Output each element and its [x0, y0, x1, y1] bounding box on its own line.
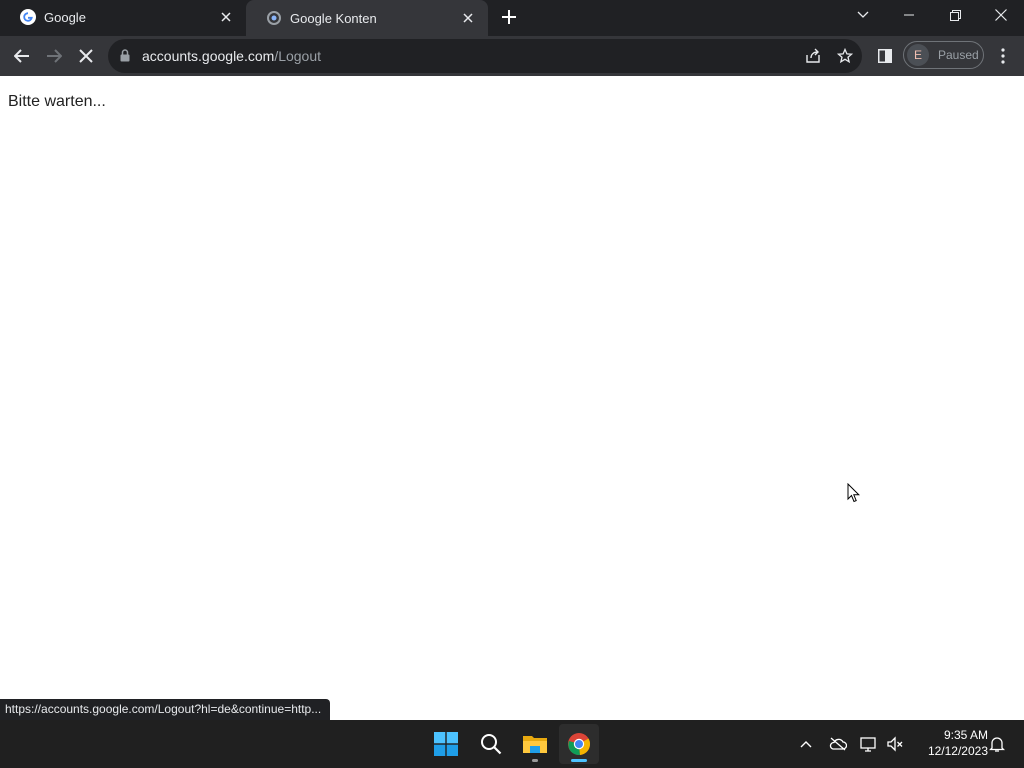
arrow-left-icon: [14, 49, 29, 63]
more-vertical-icon: [1001, 48, 1005, 64]
chrome-taskbar-button[interactable]: [559, 724, 599, 764]
close-icon: [79, 49, 93, 63]
running-indicator: [532, 759, 538, 762]
tab-search-button[interactable]: [840, 0, 886, 30]
tab-close-icon[interactable]: [458, 8, 478, 28]
onedrive-offline-icon[interactable]: [828, 734, 848, 754]
url-text: accounts.google.com/Logout: [142, 48, 321, 64]
profile-button[interactable]: E Paused: [903, 41, 984, 69]
lock-icon[interactable]: [120, 49, 130, 67]
profile-status: Paused: [938, 48, 979, 62]
page-content: Bitte warten...: [0, 76, 1024, 720]
menu-button[interactable]: [988, 41, 1018, 71]
share-icon[interactable]: [803, 46, 823, 66]
restore-button[interactable]: [932, 0, 978, 30]
side-panel-button[interactable]: [870, 41, 900, 71]
loading-globe-icon: [266, 10, 282, 26]
mouse-pointer-icon: [847, 482, 861, 508]
minimize-button[interactable]: [886, 0, 932, 30]
volume-muted-icon[interactable]: [885, 734, 905, 754]
tab-title: Google: [44, 9, 86, 25]
show-hidden-icons-button[interactable]: [796, 734, 816, 754]
minimize-icon: [904, 14, 914, 16]
tab-google[interactable]: Google: [0, 0, 246, 34]
url-path: /Logout: [274, 48, 322, 64]
search-icon: [481, 734, 502, 755]
taskbar: 9:35 AM 12/12/2023: [0, 720, 1024, 768]
chrome-icon: [568, 733, 591, 756]
forward-button[interactable]: [39, 41, 69, 71]
file-explorer-button[interactable]: [515, 724, 555, 764]
taskbar-search-button[interactable]: [471, 724, 511, 764]
chevron-down-icon: [857, 11, 869, 18]
side-panel-icon: [878, 49, 892, 63]
file-explorer-icon: [523, 736, 547, 753]
notification-icon[interactable]: [987, 734, 1007, 754]
bookmark-star-icon[interactable]: [835, 46, 855, 66]
start-button[interactable]: [426, 724, 466, 764]
tab-strip: Google Google Konten: [0, 0, 1024, 36]
tab-close-icon[interactable]: [216, 7, 236, 27]
browser-toolbar: accounts.google.com/Logout E Paused: [0, 36, 1024, 76]
windows-start-icon: [434, 732, 458, 756]
google-g-icon: [20, 9, 36, 25]
clock-time: 9:35 AM: [943, 728, 988, 742]
link-status-bubble: https://accounts.google.com/Logout?hl=de…: [0, 699, 331, 720]
tab-title: Google Konten: [290, 10, 377, 26]
close-window-button[interactable]: [978, 0, 1024, 30]
chevron-up-icon: [800, 741, 812, 748]
url-host: accounts.google.com: [142, 48, 275, 64]
tab-google-konten[interactable]: Google Konten: [246, 0, 488, 36]
address-bar[interactable]: accounts.google.com/Logout: [108, 39, 862, 73]
stop-loading-button[interactable]: [71, 41, 101, 71]
close-icon: [995, 9, 1007, 21]
restore-icon: [949, 9, 961, 21]
network-icon[interactable]: [859, 734, 879, 754]
avatar: E: [907, 44, 929, 66]
page-message: Bitte warten...: [8, 93, 106, 110]
plus-icon: [502, 10, 516, 24]
arrow-right-icon: [47, 49, 62, 63]
clock-date: 12/12/2023: [927, 744, 988, 758]
system-clock[interactable]: 9:35 AM 12/12/2023: [912, 727, 988, 759]
new-tab-button[interactable]: [497, 5, 521, 29]
active-indicator: [571, 759, 587, 762]
back-button[interactable]: [7, 41, 37, 71]
